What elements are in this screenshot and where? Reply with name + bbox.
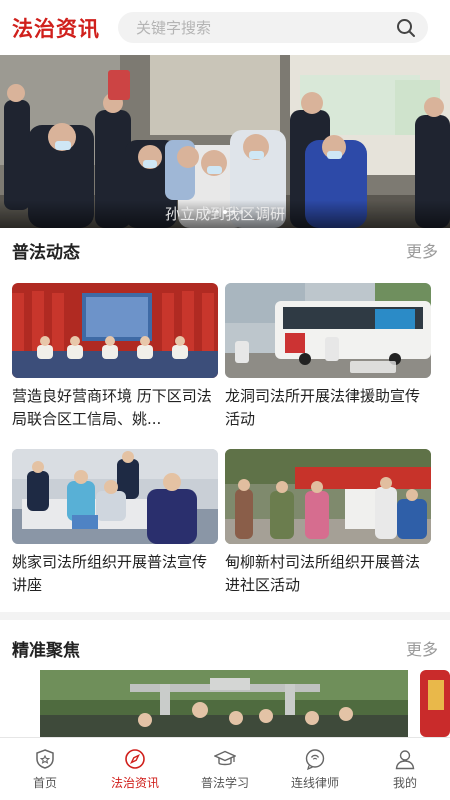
news-card[interactable]: 龙洞司法所开展法律援助宣传活动: [225, 283, 431, 431]
news-title: 甸柳新村司法所组织开展普法进社区活动: [225, 553, 421, 594]
more-link[interactable]: 更多: [406, 238, 438, 262]
news-thumbnail: [225, 283, 431, 378]
news-title: 姚家司法所组织开展普法宣传讲座: [12, 553, 208, 594]
news-card[interactable]: 姚家司法所组织开展普法宣传讲座: [12, 449, 218, 597]
page-title: 法治资讯: [12, 16, 100, 41]
search-input[interactable]: 关键字搜索: [118, 12, 428, 43]
tab-news[interactable]: 法治资讯: [90, 738, 180, 800]
search-icon[interactable]: [396, 18, 416, 38]
news-title: 营造良好营商环境 历下区司法局联合区工信局、姚...: [12, 387, 212, 428]
focus-photo: [0, 670, 450, 737]
focus-section-header: 精准聚焦 更多: [0, 628, 450, 668]
bottom-tab-bar: 首页 法治资讯 普法学习 连线律师 我的: [0, 737, 450, 800]
user-icon: [395, 749, 415, 769]
carousel-dot[interactable]: [231, 210, 235, 214]
top-bar: 法治资讯 关键字搜索: [0, 0, 450, 55]
search-placeholder: 关键字搜索: [136, 19, 212, 37]
tab-label: 连线律师: [290, 775, 339, 790]
banner-caption: 孙立成到我区调研: [0, 200, 450, 228]
news-thumbnail: [12, 283, 218, 378]
news-thumbnail: [12, 449, 218, 544]
compass-icon: [125, 748, 145, 769]
tab-label: 首页: [32, 775, 57, 790]
news-section-header: 普法动态 更多: [0, 230, 450, 270]
tab-profile[interactable]: 我的: [360, 738, 450, 800]
tab-lawyer[interactable]: 连线律师: [270, 738, 360, 800]
news-title: 龙洞司法所开展法律援助宣传活动: [225, 387, 421, 428]
section-divider: [0, 612, 450, 620]
section-title: 普法动态: [12, 242, 80, 263]
carousel-dot[interactable]: [207, 210, 211, 214]
carousel-dot[interactable]: [239, 210, 243, 214]
tab-label: 普法学习: [200, 775, 249, 790]
more-link[interactable]: 更多: [406, 636, 438, 660]
focus-carousel[interactable]: [0, 670, 450, 737]
news-card[interactable]: 甸柳新村司法所组织开展普法进社区活动: [225, 449, 431, 597]
carousel-dot[interactable]: [215, 210, 219, 214]
tab-home[interactable]: 首页: [0, 738, 90, 800]
banner-carousel[interactable]: 孙立成到我区调研: [0, 55, 450, 228]
section-title: 精准聚焦: [12, 640, 80, 661]
graduation-cap-icon: [214, 750, 236, 765]
tab-label: 我的: [392, 775, 417, 790]
news-thumbnail: [225, 449, 431, 544]
tab-study[interactable]: 普法学习: [180, 738, 270, 800]
tab-label: 法治资讯: [110, 775, 159, 790]
carousel-dots: [0, 210, 450, 214]
news-card[interactable]: 营造良好营商环境 历下区司法局联合区工信局、姚...: [12, 283, 218, 431]
chat-bubble-icon: [305, 748, 325, 770]
carousel-dot-active[interactable]: [223, 210, 227, 214]
home-shield-icon: [36, 748, 54, 769]
